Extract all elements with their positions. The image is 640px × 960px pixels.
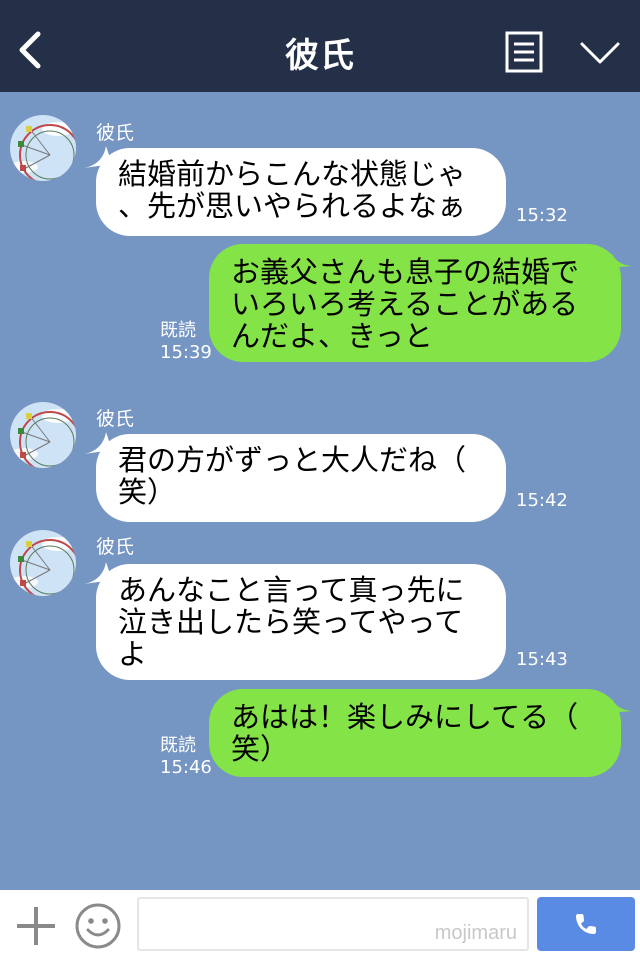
- sender-name: 彼氏: [96, 536, 135, 558]
- emoji-button[interactable]: [74, 902, 122, 950]
- ferris-wheel-avatar-icon: [10, 115, 76, 181]
- message-text: 結婚前からこんな状態じゃ 、先が思いやられるよなぁ: [118, 157, 467, 223]
- plus-icon: [17, 907, 55, 945]
- avatar[interactable]: [10, 530, 76, 596]
- ferris-wheel-avatar-icon: [10, 402, 76, 468]
- message-input[interactable]: mojimaru: [137, 897, 529, 951]
- message-bubble[interactable]: お義父さんも息子の結婚で いろいろ考えることがある んだよ、きっと: [209, 244, 621, 362]
- message-bubble[interactable]: あはは！楽しみにしてる（ 笑）: [209, 689, 621, 777]
- menu-icon: [505, 31, 543, 73]
- message-text: あんなこと言って真っ先に 泣き出したら笑ってやって よ: [118, 573, 465, 671]
- message-time: 15:42: [516, 490, 568, 511]
- chat-area[interactable]: 彼氏 結婚前からこんな状態じゃ 、先が思いやられるよなぁ 15:32 既読 15…: [0, 92, 640, 890]
- avatar[interactable]: [10, 402, 76, 468]
- message-text: あはは！楽しみにしてる（ 笑）: [231, 700, 579, 766]
- input-bar: mojimaru: [0, 890, 640, 960]
- phone-icon: [576, 914, 596, 934]
- message-text: 君の方がずっと大人だね（ 笑）: [118, 443, 467, 509]
- add-button[interactable]: [14, 904, 58, 948]
- message-bubble[interactable]: あんなこと言って真っ先に 泣き出したら笑ってやって よ: [96, 564, 506, 680]
- sender-name: 彼氏: [96, 122, 135, 144]
- message-time: 15:46: [160, 757, 212, 778]
- bubble-tail: [604, 254, 634, 268]
- read-receipt: 既読: [160, 320, 196, 341]
- sender-name: 彼氏: [96, 408, 135, 430]
- message-time: 15:32: [516, 205, 568, 226]
- ferris-wheel-avatar-icon: [10, 530, 76, 596]
- message-time: 15:39: [160, 342, 212, 363]
- smiley-icon: [75, 903, 121, 949]
- call-button[interactable]: [537, 897, 635, 951]
- read-receipt: 既読: [160, 735, 196, 756]
- chevron-down-icon: [580, 42, 620, 64]
- chat-header: 彼氏: [0, 0, 640, 92]
- message-bubble[interactable]: 君の方がずっと大人だね（ 笑）: [96, 434, 506, 522]
- menu-button[interactable]: [505, 31, 543, 73]
- avatar[interactable]: [10, 115, 76, 181]
- chat-title: 彼氏: [285, 36, 355, 76]
- bubble-tail: [604, 699, 634, 713]
- message-bubble[interactable]: 結婚前からこんな状態じゃ 、先が思いやられるよなぁ: [96, 148, 506, 236]
- watermark-text: mojimaru: [434, 922, 517, 944]
- message-text: お義父さんも息子の結婚で いろいろ考えることがある んだよ、きっと: [231, 255, 580, 353]
- collapse-button[interactable]: [578, 38, 622, 68]
- message-time: 15:43: [516, 649, 568, 670]
